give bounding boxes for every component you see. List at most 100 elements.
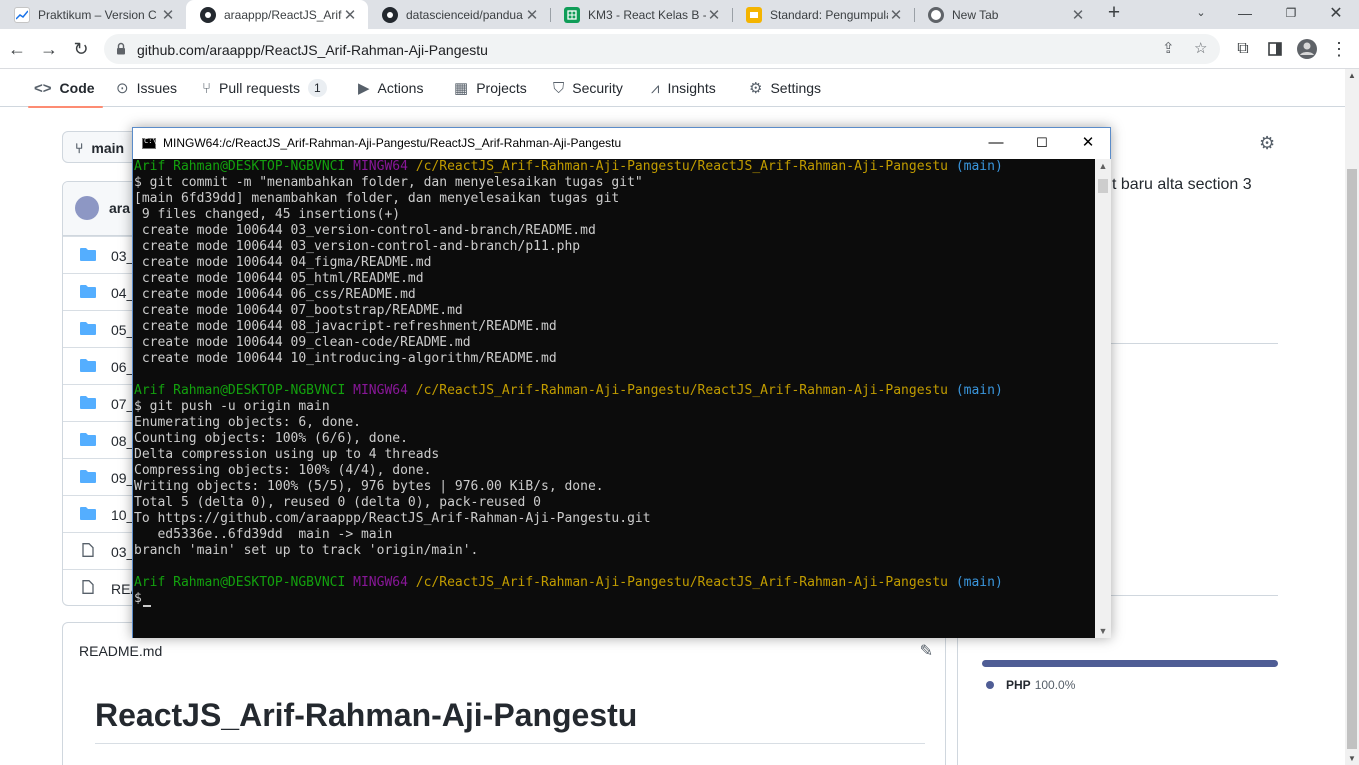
readme-heading: ReactJS_Arif-Rahman-Aji-Pangestu [95, 697, 638, 733]
maximize-icon[interactable]: ☐ [1019, 128, 1065, 159]
tab-issues[interactable]: ⊙ Issues [116, 69, 177, 107]
folder-icon [80, 433, 96, 446]
scrollbar-thumb[interactable] [1347, 169, 1357, 749]
file-name[interactable]: 05_ [111, 322, 134, 338]
terminal-title: MINGW64:/c/ReactJS_Arif-Rahman-Aji-Pange… [163, 136, 622, 150]
terminal-line: branch 'main' set up to track 'origin/ma… [134, 543, 479, 558]
terminal-prompt-line: Arif Rahman@DESKTOP-NGBVNCI MINGW64 /c/R… [134, 575, 1003, 591]
readme-filename: README.md [79, 643, 163, 659]
scroll-up-arrow-icon[interactable]: ▲ [1345, 71, 1359, 80]
tab-security[interactable]: ⛉ Security [553, 69, 623, 107]
terminal-app-icon [142, 137, 157, 149]
lock-icon[interactable] [116, 42, 126, 55]
minimize-icon[interactable]: — [1222, 0, 1268, 29]
terminal-titlebar[interactable]: MINGW64:/c/ReactJS_Arif-Rahman-Aji-Pange… [133, 128, 1110, 159]
profile-avatar-icon[interactable] [1296, 38, 1318, 60]
scroll-down-arrow-icon[interactable]: ▼ [1095, 626, 1111, 636]
file-name[interactable]: 06_ [111, 359, 134, 375]
url-text[interactable]: github.com/araappp/ReactJS_Arif-Rahman-A… [137, 42, 488, 58]
pull-request-icon: ⑂ [202, 79, 212, 97]
chrome-menu-kebab-icon[interactable]: ⋮ [1328, 38, 1350, 60]
close-icon[interactable]: ✕ [524, 6, 540, 24]
close-icon[interactable]: ✕ [1065, 128, 1111, 159]
terminal-line: [main 6fd39dd] menambahkan folder, dan m… [134, 191, 620, 206]
avatar[interactable] [75, 196, 99, 220]
tab-label: Settings [770, 80, 822, 96]
pull-request-count-badge: 1 [307, 79, 327, 97]
browser-tab[interactable]: KM3 - React Kelas B - ✕ [550, 0, 732, 29]
tab-insights[interactable]: ⩘ Insights [651, 69, 716, 107]
prompt-branch: (main) [955, 383, 1003, 398]
address-bar[interactable]: github.com/araappp/ReactJS_Arif-Rahman-A… [104, 34, 1220, 64]
browser-tab-strip: Praktikum – Version C ✕ araappp/ReactJS_… [0, 0, 1359, 29]
terminal-window[interactable]: MINGW64:/c/ReactJS_Arif-Rahman-Aji-Pange… [132, 127, 1111, 638]
repo-nav: <> Code ⊙ Issues ⑂ Pull requests 1 ▶ Act… [0, 69, 1345, 108]
tab-search-chevron-icon[interactable]: ⌄ [1178, 0, 1224, 29]
minimize-icon[interactable]: — [973, 128, 1019, 159]
pencil-edit-icon[interactable]: ✎ [920, 641, 933, 661]
close-window-icon[interactable]: ✕ [1313, 0, 1359, 29]
back-arrow-icon[interactable]: ← [6, 38, 28, 60]
chrome-icon [928, 6, 944, 23]
browser-tab[interactable]: Praktikum – Version C ✕ [0, 0, 186, 29]
reload-icon[interactable]: ↻ [70, 38, 92, 60]
file-name[interactable]: 04_ [111, 285, 134, 301]
extensions-puzzle-icon[interactable]: ⧉ [1232, 38, 1254, 60]
tab-label: Projects [476, 80, 527, 96]
prompt-branch: (main) [955, 575, 1003, 590]
file-name[interactable]: 08_ [111, 433, 134, 449]
browser-tab-title: Praktikum – Version C [38, 7, 157, 22]
close-icon[interactable]: ✕ [342, 6, 358, 24]
bookmark-star-icon[interactable]: ☆ [1194, 39, 1207, 57]
tab-label: Security [572, 80, 623, 96]
tab-pull-requests[interactable]: ⑂ Pull requests 1 [202, 69, 327, 107]
restore-icon[interactable]: ❐ [1268, 0, 1314, 29]
browser-tab-active[interactable]: araappp/ReactJS_Arif- ✕ [186, 0, 368, 29]
prompt-path: /c/ReactJS_Arif-Rahman-Aji-Pangestu/Reac… [415, 159, 948, 174]
share-icon[interactable]: ⇪ [1162, 39, 1175, 57]
browser-tab-title: datascienceid/pandua [406, 7, 523, 22]
file-icon [82, 543, 94, 557]
language-item[interactable]: PHP 100.0% [986, 678, 1075, 692]
page-scrollbar[interactable]: ▲ ▼ [1345, 69, 1359, 765]
commit-author[interactable]: ara [109, 200, 130, 216]
prompt-branch: (main) [955, 159, 1003, 174]
scroll-up-arrow-icon[interactable]: ▲ [1095, 161, 1111, 171]
branch-name: main [91, 140, 125, 156]
file-name[interactable]: 03_ [111, 544, 134, 560]
close-icon[interactable]: ✕ [160, 6, 176, 24]
browser-tab[interactable]: datascienceid/pandua ✕ [368, 0, 550, 29]
terminal-scrollbar[interactable]: ▲ ▼ [1095, 159, 1111, 638]
prompt-env: MINGW64 [353, 383, 408, 398]
folder-icon [80, 248, 96, 261]
terminal-line: 9 files changed, 45 insertions(+) [134, 207, 401, 222]
about-settings-gear-icon[interactable]: ⚙ [1259, 133, 1275, 154]
file-name[interactable]: 07_ [111, 396, 134, 412]
browser-tab[interactable]: Standard: Pengumpula ✕ [732, 0, 914, 29]
terminal-output[interactable]: Arif Rahman@DESKTOP-NGBVNCI MINGW64 /c/R… [133, 159, 1095, 638]
tab-projects[interactable]: ▦ Projects [454, 69, 527, 107]
play-icon: ▶ [358, 80, 370, 97]
terminal-line: ed5336e..6fd39dd main -> main [134, 527, 393, 542]
folder-icon [80, 507, 96, 520]
tab-actions[interactable]: ▶ Actions [358, 69, 423, 107]
tab-code[interactable]: <> Code [28, 69, 103, 108]
slides-icon [746, 6, 762, 23]
close-icon[interactable]: ✕ [888, 6, 904, 24]
close-icon[interactable]: ✕ [706, 6, 722, 24]
terminal-line: Total 5 (delta 0), reused 0 (delta 0), p… [134, 495, 541, 510]
browser-tab-title: araappp/ReactJS_Arif- [224, 7, 342, 22]
terminal-line: create mode 100644 07_bootstrap/README.m… [134, 303, 463, 318]
file-name[interactable]: 10_ [111, 507, 134, 523]
scrollbar-thumb[interactable] [1098, 179, 1108, 193]
file-name[interactable]: 03_ [111, 248, 134, 264]
file-name[interactable]: 09_ [111, 470, 134, 486]
folder-icon [80, 396, 96, 409]
side-panel-icon[interactable] [1264, 38, 1286, 60]
new-tab-plus-icon[interactable]: + [1103, 2, 1125, 25]
browser-tab[interactable]: New Tab ✕ [914, 0, 1096, 29]
close-icon[interactable]: ✕ [1070, 6, 1086, 24]
tab-settings[interactable]: ⚙ Settings [749, 69, 821, 107]
forward-arrow-icon[interactable]: → [38, 38, 60, 60]
scroll-down-arrow-icon[interactable]: ▼ [1345, 754, 1359, 763]
